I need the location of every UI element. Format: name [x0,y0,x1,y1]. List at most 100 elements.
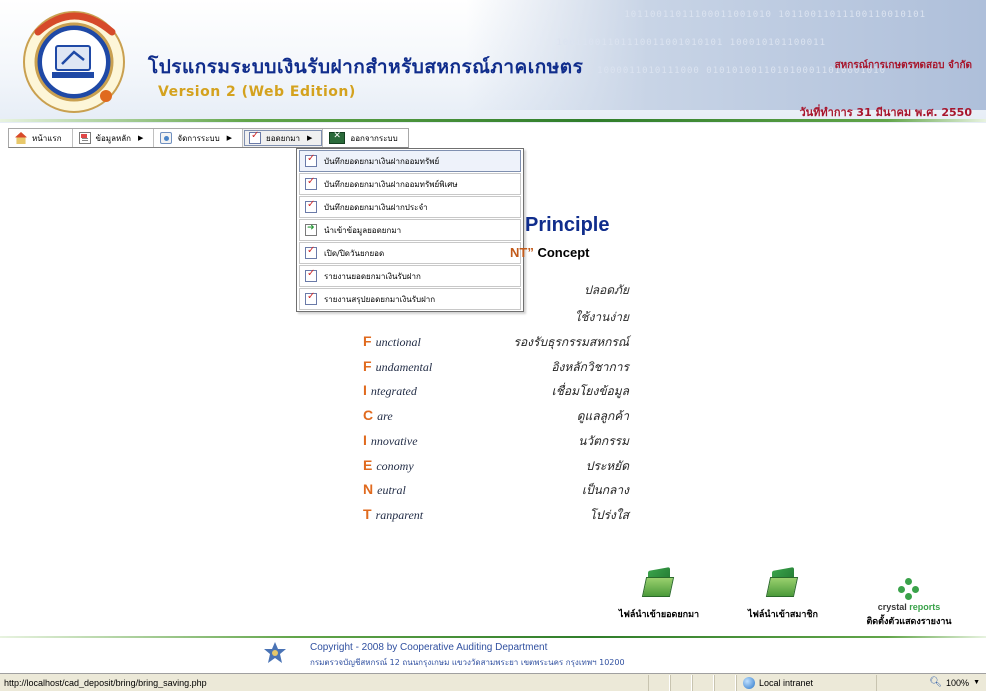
menu-logout-label: ออกจากระบบ [350,133,398,143]
principle-row: Innovative นวัตกรรม [363,432,629,450]
dropdown-item-balance-summary-report[interactable]: รายงานสรุปยอดยกมาเงินรับฝาก [299,288,521,310]
dropdown-item-label: เปิด/ปิดวันยกยอด [324,248,385,258]
submenu-arrow-icon: ▶ [226,134,233,142]
dropdown-item-savings-balance[interactable]: บันทึกยอดยกมาเงินฝากออมทรัพย์ [299,150,521,172]
concept-prefix: NT [510,245,528,260]
checklist-icon [305,291,317,305]
principle-word: ntegrated [370,384,417,398]
excel-icon [766,567,800,601]
checklist-icon [305,268,317,282]
import-icon [305,223,317,236]
principle-row: Fundamental อิงหลักวิชาการ [363,358,629,376]
concept-quote: ” [527,245,534,260]
menu-system-management-label: จัดการระบบ [177,133,220,143]
concept-heading: NT” Concept [510,245,589,260]
dropdown-item-special-savings-balance[interactable]: บันทึกยอดยกมาเงินฝากออมทรัพย์พิเศษ [299,173,521,195]
organization-name: สหกรณ์การเกษตรทดสอบ จำกัด [834,60,972,71]
principle-thai: เชื่อมโยงข้อมูล [551,384,629,398]
header-banner: 10110011011100011001010 1011001101110011… [0,0,986,123]
app-title: โปรแกรมระบบเงินรับฝากสำหรับสหกรณ์ภาคเกษต… [148,57,584,78]
settings-icon [160,132,173,144]
home-icon [15,132,27,144]
principle-letter: I [363,432,367,448]
version-label: Version 2 (Web Edition) [158,84,356,100]
menu-home[interactable]: หน้าแรก [9,129,73,147]
principle-row: Integrated เชื่อมโยงข้อมูล [363,382,629,400]
principle-thai: เป็นกลาง [581,483,629,497]
submenu-arrow-icon: ▶ [307,134,313,142]
principle-word: unctional [375,335,421,349]
principle-letter: C [363,407,374,423]
status-cell [648,674,670,691]
tool-label: ไฟล์นำเข้ายอดยกมา [618,610,700,620]
dropdown-item-import-balance[interactable]: นำเข้าข้อมูลยอดยกมา [299,219,521,241]
intranet-globe-icon [743,676,755,689]
menu-opening-balance-label: ยอดยกมา [266,133,301,143]
main-menu-bar: หน้าแรก ข้อมูลหลัก ▶ จัดการระบบ ▶ ยอดยกม… [8,128,409,148]
dropdown-item-open-close-day[interactable]: เปิด/ปิดวันยกยอด [299,242,521,264]
department-seal-icon [264,642,286,663]
principle-row: Tranparent โปร่งใส [363,506,629,524]
zoom-control[interactable]: 🔍︎ 100% ▼ [876,674,986,691]
zoom-label: 100% [946,677,970,688]
principle-thai: อิงหลักวิชาการ [551,360,629,374]
principle-thai: โปร่งใส [589,508,629,522]
install-report-viewer[interactable]: crystal reports ติดตั้งตัวแสดงรายงาน [842,578,976,628]
binary-pattern: 10110011011100011001010 1011001101110011… [624,10,926,20]
principle-letter: T [363,506,372,522]
principle-row: Care ดูแลลูกค้า [363,407,629,425]
cad-software-center-logo [23,11,125,113]
zoom-icon: 🔍︎ [929,677,943,688]
principle-letter: F [363,333,372,349]
dropdown-item-label: รายงานสรุปยอดยกมาเงินรับฝาก [324,294,436,304]
principle-row: Economy ประหยัด [363,457,629,475]
principle-word: eutral [377,483,406,497]
principle-row: Neutral เป็นกลาง [363,481,629,499]
header-divider [0,119,986,122]
menu-logout[interactable]: ออกจากระบบ [323,129,407,147]
dropdown-item-label: บันทึกยอดยกมาเงินฝากประจำ [324,202,428,212]
dropdown-item-label: บันทึกยอดยกมาเงินฝากออมทรัพย์ [324,156,440,166]
document-icon [78,132,91,144]
principle-thai: ประหยัด [585,459,629,473]
binary-pattern: 10011001101110011001010101 1000101011000… [556,38,826,48]
download-member-import-file[interactable]: ไฟล์นำเข้าสมาชิก [728,567,838,621]
menu-opening-balance[interactable]: ยอดยกมา ▶ [243,129,324,147]
concept-word: Concept [537,245,590,260]
checklist-icon [305,245,317,259]
principle-word: ranparent [375,508,424,522]
checklist-icon [305,153,317,167]
checklist-icon [305,176,317,190]
principle-letter: E [363,457,373,473]
dropdown-item-label: บันทึกยอดยกมาเงินฝากออมทรัพย์พิเศษ [324,179,458,189]
dropdown-item-balance-report[interactable]: รายงานยอดยกมาเงินรับฝาก [299,265,521,287]
tool-label: ไฟล์นำเข้าสมาชิก [748,610,818,620]
submenu-arrow-icon: ▶ [138,134,144,142]
copyright-text: Copyright - 2008 by Cooperative Auditing… [310,642,548,653]
principle-word: are [377,409,393,423]
principle-thai: ดูแลลูกค้า [576,409,629,423]
security-zone[interactable]: Local intranet [736,674,876,691]
principle-word: nnovative [370,434,418,448]
principle-top-row: ใช้งานง่าย [574,310,629,324]
exit-icon [329,131,346,144]
dropdown-item-label: รายงานยอดยกมาเงินรับฝาก [324,271,421,281]
zone-label: Local intranet [759,677,814,688]
opening-balance-dropdown: บันทึกยอดยกมาเงินฝากออมทรัพย์ บันทึกยอดย… [296,148,524,312]
menu-master-data[interactable]: ข้อมูลหลัก ▶ [73,129,155,147]
status-cell [714,674,736,691]
checklist-icon [249,130,262,144]
footer-divider [0,636,986,638]
zoom-dropdown-icon: ▼ [973,679,980,686]
principle-letter: N [363,481,374,497]
dropdown-item-fixed-deposit-balance[interactable]: บันทึกยอดยกมาเงินฝากประจำ [299,196,521,218]
status-cell [670,674,692,691]
browser-status-bar: http://localhost/cad_deposit/bring/bring… [0,673,986,691]
menu-home-label: หน้าแรก [32,133,62,143]
menu-system-management[interactable]: จัดการระบบ ▶ [154,129,244,147]
excel-icon [642,567,676,601]
download-balance-import-file[interactable]: ไฟล์นำเข้ายอดยกมา [594,567,724,621]
menu-master-data-label: ข้อมูลหลัก [95,133,131,143]
principle-thai: นวัตกรรม [578,434,629,448]
principle-word: conomy [376,459,414,473]
